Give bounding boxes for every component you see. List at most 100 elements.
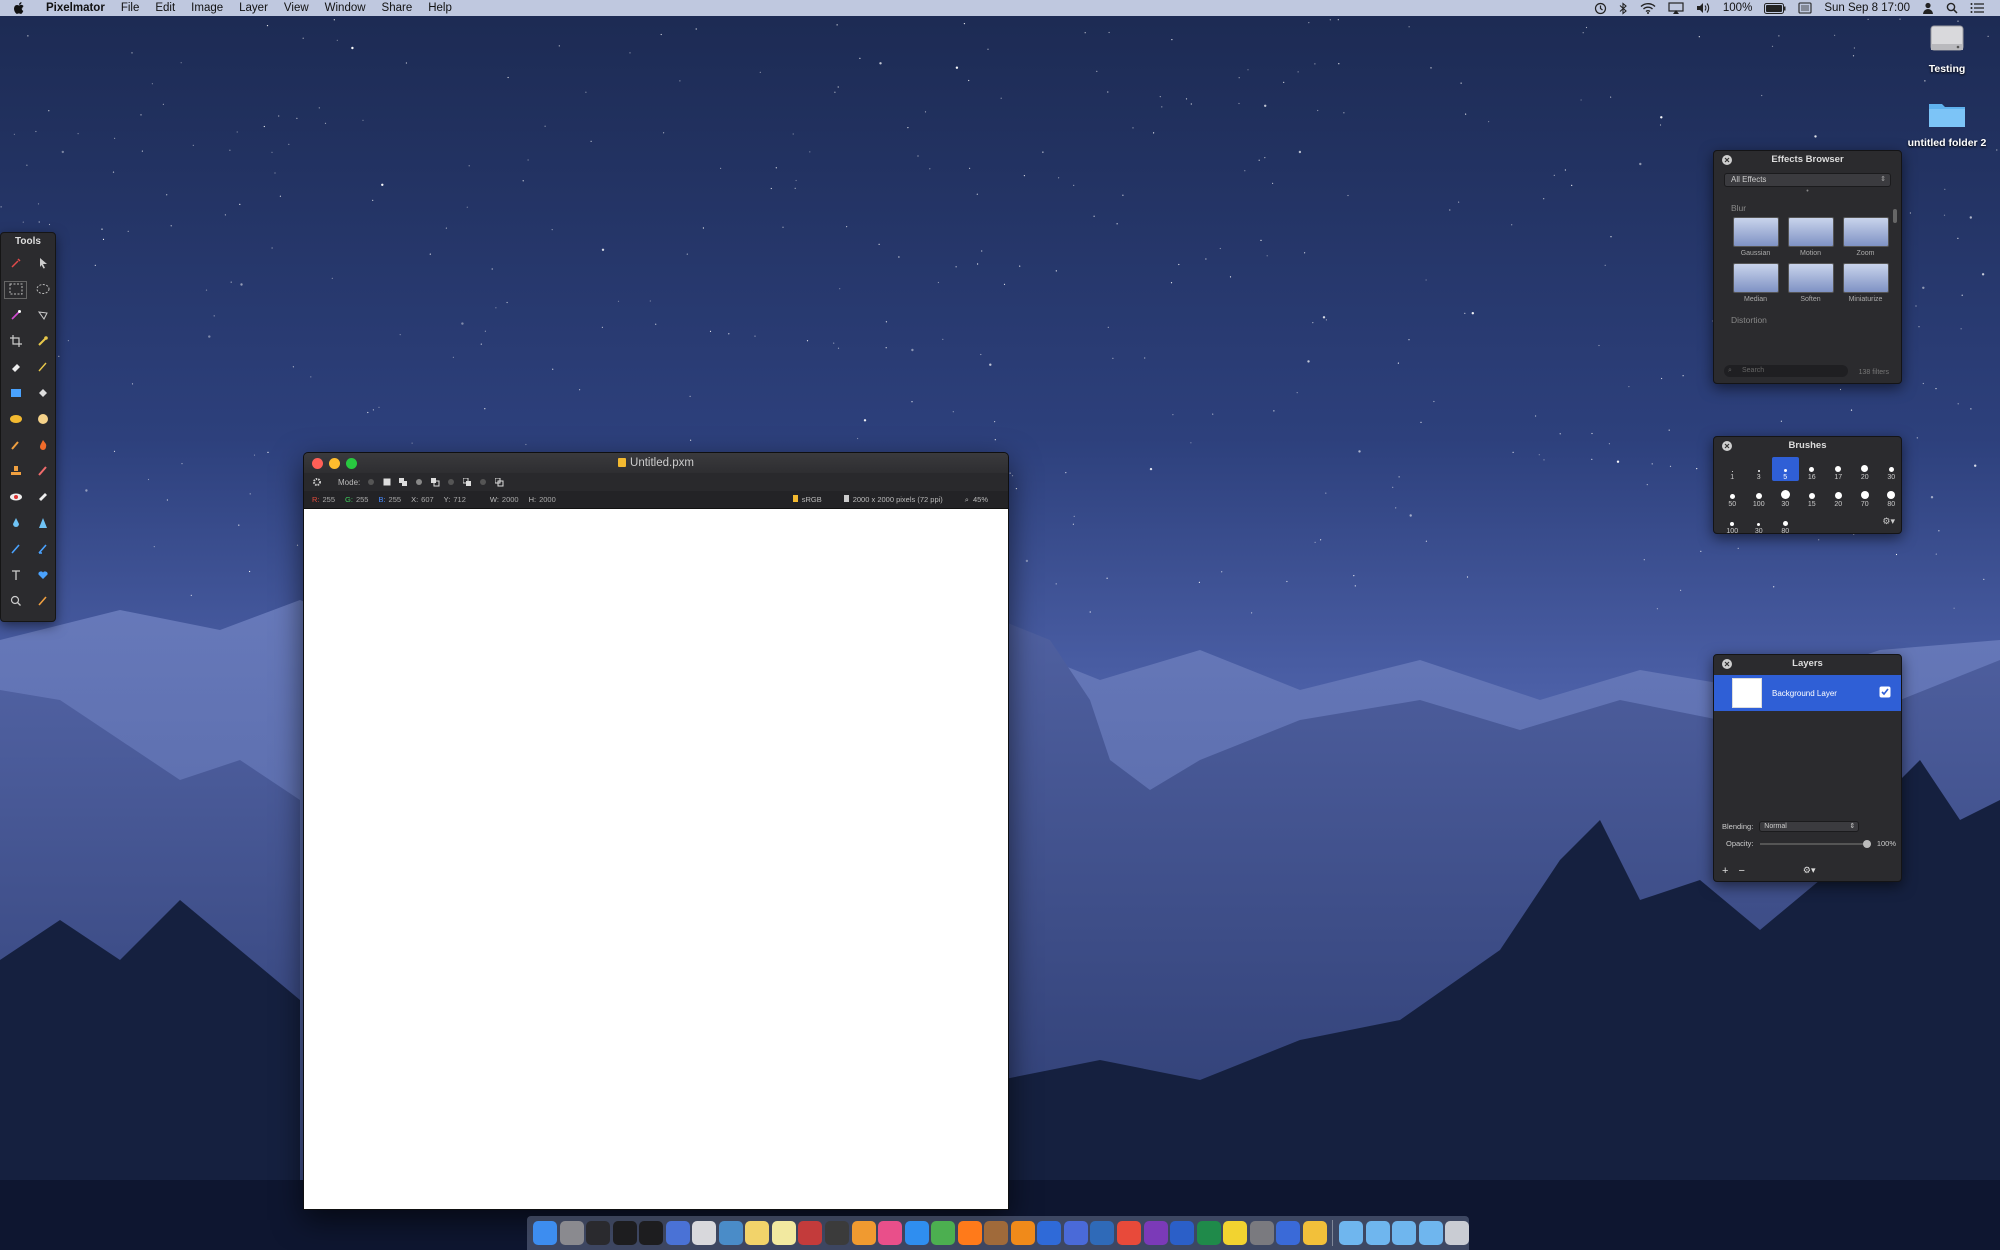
- effect-motion[interactable]: Motion: [1783, 217, 1838, 257]
- itunes-icon[interactable]: [878, 1221, 903, 1245]
- sharpen-tool[interactable]: [29, 513, 56, 535]
- battery-percent[interactable]: 100%: [1717, 0, 1758, 16]
- ellipse-marquee-tool[interactable]: [29, 279, 56, 301]
- applications-folder-icon[interactable]: [1392, 1221, 1417, 1245]
- wifi-icon[interactable]: [1634, 0, 1662, 16]
- heal-tool[interactable]: [29, 487, 56, 509]
- menu-view[interactable]: View: [276, 0, 317, 16]
- user-icon[interactable]: [1916, 0, 1940, 16]
- color-swatch-tool[interactable]: [29, 591, 56, 613]
- mode-exclude-selection[interactable]: [494, 477, 504, 487]
- lasso-tool[interactable]: [29, 305, 56, 327]
- remove-layer-button[interactable]: −: [1738, 865, 1744, 877]
- spotlight-search-icon[interactable]: [1940, 0, 1964, 16]
- magic-wand-tool[interactable]: [2, 305, 29, 327]
- mail-icon[interactable]: [1302, 1221, 1327, 1245]
- zoom-window-button[interactable]: [346, 457, 357, 469]
- time-machine-icon[interactable]: [1588, 0, 1613, 16]
- stickies-icon[interactable]: [1223, 1221, 1248, 1245]
- opacity-slider-knob[interactable]: [1862, 839, 1871, 848]
- effect-zoom[interactable]: Zoom: [1838, 217, 1893, 257]
- desktop-folder-untitled-folder-2[interactable]: untitled folder 2: [1902, 98, 1992, 149]
- safari-icon[interactable]: [904, 1221, 929, 1245]
- battery-icon[interactable]: [1758, 0, 1792, 16]
- effect-gaussian[interactable]: Gaussian: [1728, 217, 1783, 257]
- close-panel-button[interactable]: [1722, 441, 1732, 451]
- photo-booth-icon[interactable]: [798, 1221, 823, 1245]
- notes-icon[interactable]: [771, 1221, 796, 1245]
- browser-icon[interactable]: [1276, 1221, 1301, 1245]
- document-titlebar[interactable]: Untitled.pxm: [304, 453, 1008, 473]
- gear-icon[interactable]: [312, 477, 322, 487]
- arrange-tool[interactable]: [2, 253, 29, 275]
- add-layer-button[interactable]: +: [1722, 865, 1728, 877]
- clone-stamp-tool[interactable]: [2, 461, 29, 483]
- type-tool[interactable]: [2, 565, 29, 587]
- folder-icon[interactable]: [1339, 1221, 1363, 1245]
- drive-icon[interactable]: [692, 1221, 717, 1245]
- eraser-tool[interactable]: [2, 357, 29, 379]
- menu-file[interactable]: File: [113, 0, 148, 16]
- brush-preset[interactable]: 50: [1719, 484, 1746, 508]
- menu-app-pixelmator[interactable]: Pixelmator: [40, 0, 113, 16]
- word-icon[interactable]: [1170, 1221, 1195, 1245]
- mode-option-4[interactable]: [478, 477, 488, 487]
- menu-layer[interactable]: Layer: [231, 0, 276, 16]
- custom-shape-tool[interactable]: [29, 565, 56, 587]
- brush-preset[interactable]: 1: [1719, 457, 1746, 481]
- menu-share[interactable]: Share: [374, 0, 421, 16]
- red-eye-tool[interactable]: [2, 487, 29, 509]
- brush-preset[interactable]: 20: [1852, 457, 1879, 481]
- menu-image[interactable]: Image: [183, 0, 231, 16]
- mode-option-1[interactable]: [366, 477, 376, 487]
- brush-preset[interactable]: 100: [1746, 484, 1773, 508]
- activity-monitor-icon[interactable]: [586, 1221, 611, 1245]
- color-profile[interactable]: sRGB: [792, 495, 822, 504]
- clock[interactable]: Sun Sep 8 17:00: [1818, 0, 1916, 16]
- preview-icon[interactable]: [718, 1221, 743, 1245]
- gradient-tool[interactable]: [2, 409, 29, 431]
- layer-visibility-checkbox[interactable]: [1879, 686, 1891, 698]
- finder-icon[interactable]: [533, 1221, 557, 1245]
- brush-preset[interactable]: 80: [1878, 484, 1901, 508]
- brush-preset[interactable]: 100: [1719, 511, 1746, 533]
- system-preferences-icon[interactable]: [559, 1221, 584, 1245]
- close-window-button[interactable]: [312, 457, 323, 469]
- brush-preset[interactable]: 17: [1825, 457, 1852, 481]
- chrome-icon[interactable]: [931, 1221, 956, 1245]
- brush-tool[interactable]: [2, 435, 29, 457]
- volume-icon[interactable]: [1690, 0, 1717, 16]
- rectangle-shape-tool[interactable]: [2, 383, 29, 405]
- effect-median[interactable]: Median: [1728, 263, 1783, 303]
- opacity-slider[interactable]: [1759, 839, 1871, 848]
- burn-tool[interactable]: [29, 435, 56, 457]
- effect-miniaturize[interactable]: Miniaturize: [1838, 263, 1893, 303]
- blur-tool[interactable]: [2, 513, 29, 535]
- crop-tool[interactable]: [2, 331, 29, 353]
- close-panel-button[interactable]: [1722, 155, 1732, 165]
- brush-settings-gear-icon[interactable]: ⚙▾: [1882, 516, 1895, 527]
- opacity-value[interactable]: 100%: [1877, 839, 1896, 848]
- mode-subtract-selection[interactable]: [430, 477, 440, 487]
- menu-help[interactable]: Help: [420, 0, 460, 16]
- brush-preset[interactable]: 20: [1825, 484, 1852, 508]
- layer-row-background[interactable]: Background Layer: [1714, 675, 1901, 711]
- brush-preset[interactable]: 80: [1772, 511, 1799, 533]
- vlc-icon[interactable]: [1010, 1221, 1035, 1245]
- excel-icon[interactable]: [1196, 1221, 1221, 1245]
- flashcard-icon[interactable]: [1117, 1221, 1141, 1245]
- layer-options-gear-icon[interactable]: ⚙▾: [1803, 865, 1816, 877]
- notes-icon[interactable]: [745, 1221, 770, 1245]
- brush-preset[interactable]: 16: [1799, 457, 1826, 481]
- menu-edit[interactable]: Edit: [147, 0, 183, 16]
- effects-category-select[interactable]: All Effects ⇕: [1724, 173, 1891, 187]
- pixelmator-icon[interactable]: [984, 1221, 1009, 1245]
- image-canvas[interactable]: [304, 509, 1008, 1209]
- effects-scrollbar[interactable]: [1893, 209, 1897, 223]
- effect-soften[interactable]: Soften: [1783, 263, 1838, 303]
- menu-window[interactable]: Window: [317, 0, 374, 16]
- pen-tool[interactable]: [2, 539, 29, 561]
- brush-preset[interactable]: 3: [1746, 457, 1773, 481]
- mode-add-selection[interactable]: [398, 477, 408, 487]
- airplay-icon[interactable]: [1662, 0, 1690, 16]
